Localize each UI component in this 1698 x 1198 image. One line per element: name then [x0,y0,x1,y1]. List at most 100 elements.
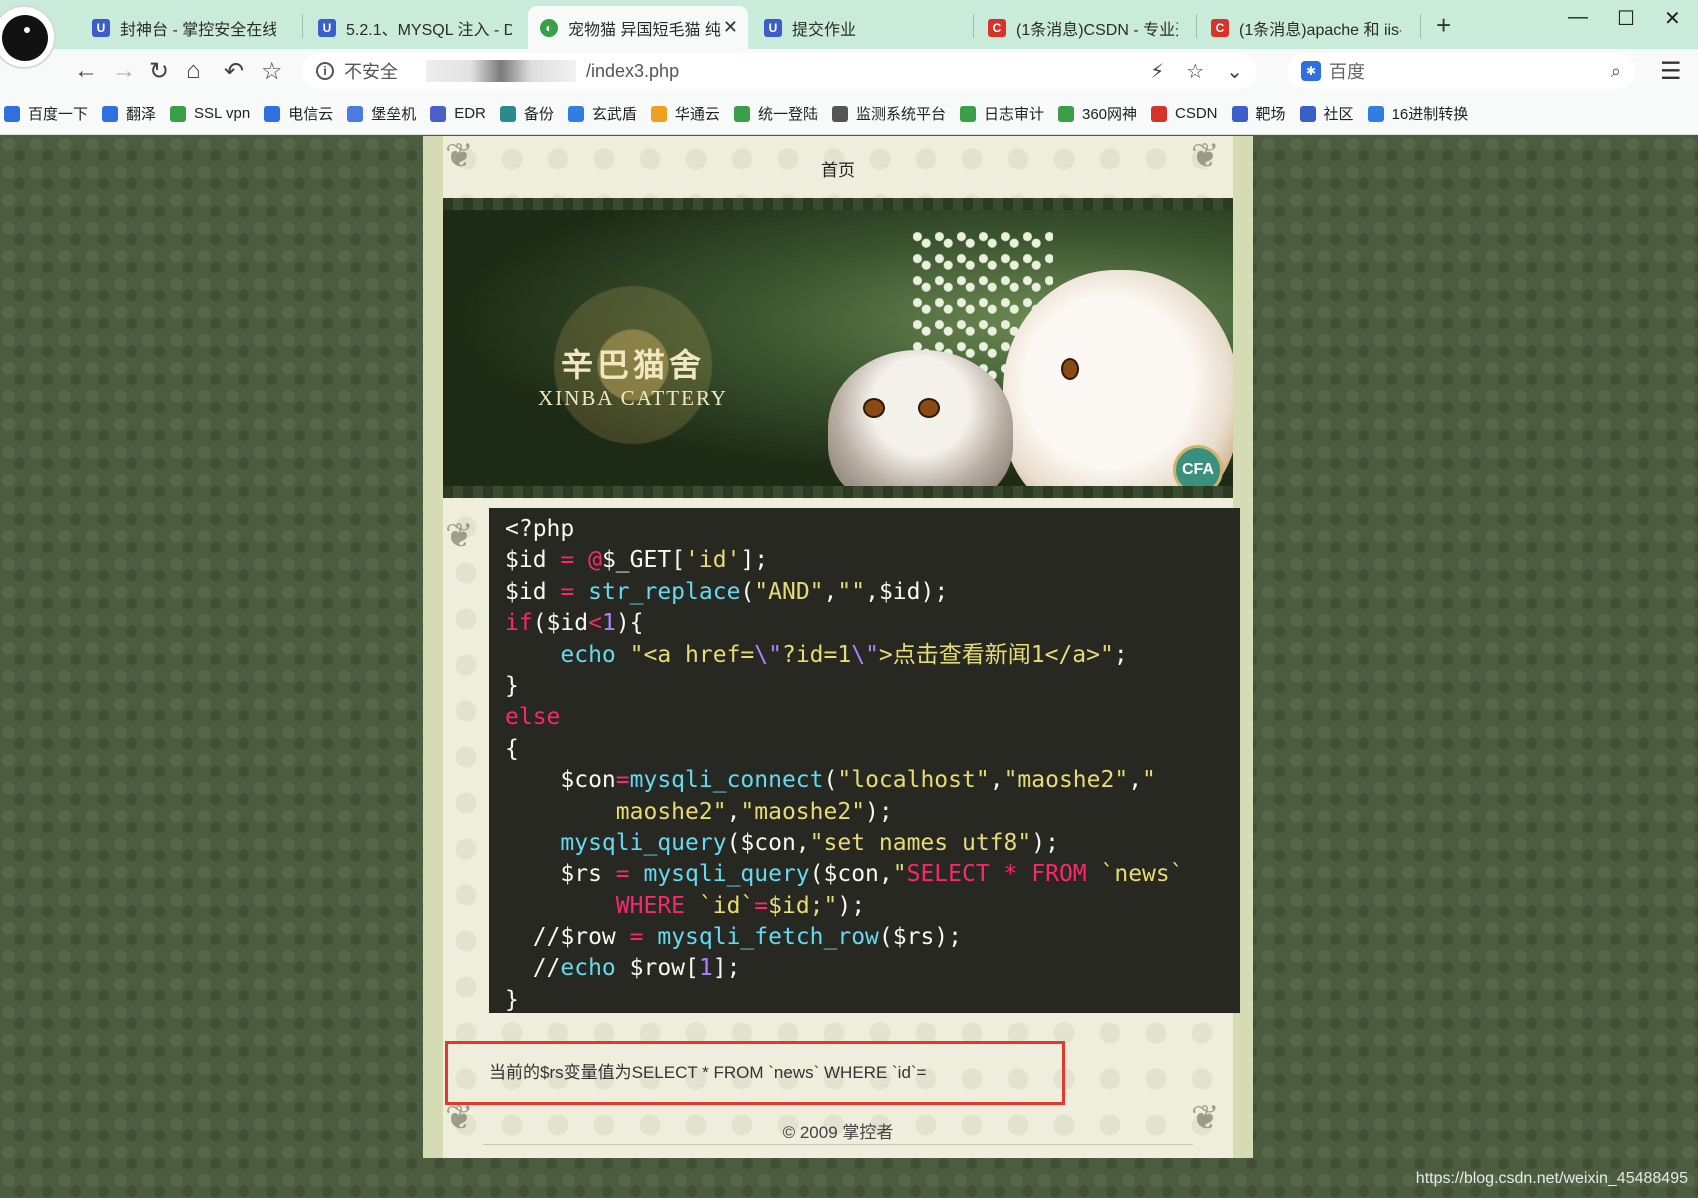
back-icon[interactable]: ← [74,57,98,85]
bookmark-item[interactable]: 华通云 [650,103,720,124]
bookmark-label: 靶场 [1255,106,1286,123]
bookmark-label: 360网神 [1081,106,1138,123]
bookmarks-bar: 百度一下 翻泽 SSL vpn 电信云 堡垒机 EDR 备份 玄武盾 华通云 统一登陆 监测系统平台… [0,93,1698,135]
code-block: <?php $id = @$_GET['id']; $id = str_replac… [489,508,1240,1013]
bookmark-item[interactable]: 统一登陆 [733,103,818,124]
code-line: } [505,986,519,1013]
page-content: ❦ ❦ 首页 辛巴猫舍 XINBA CATTERY CFA ❦ <?php $i… [0,136,1698,1198]
banner-title-en: XINBA CATTERY [538,386,728,410]
csdn-icon: C [988,18,1006,37]
bookmark-label: EDR [454,105,486,122]
bookmark-label: 百度一下 [28,106,89,123]
bookmark-icon [430,105,447,122]
code-line: $id = str_replace("AND","",$id); [505,578,949,605]
banner: 辛巴猫舍 XINBA CATTERY CFA [443,198,1233,498]
url-field[interactable]: i 不安全 /index3.php ⚡ ☆ ⌄ [302,53,1257,89]
tab-csdn[interactable]: C (1条消息)CSDN - 专业开 [976,6,1192,49]
bookmark-item[interactable]: 靶场 [1231,103,1286,124]
bookmark-label: CSDN [1175,105,1218,122]
code-line: echo "<a href=\"?id=1\">点击查看新闻1</a>"; [560,641,1128,668]
bookmark-icon [1151,105,1168,122]
shield-icon: U [764,18,782,37]
bookmark-item[interactable]: 监测系统平台 [831,103,946,124]
bookmark-label: 堡垒机 [371,106,417,123]
tab-mysql-injection[interactable]: U 5.2.1、MYSQL 注入 - Dr [306,6,526,49]
code-line: { [505,735,519,762]
bookmark-item[interactable]: 备份 [499,103,554,124]
search-icon[interactable]: ⌕ [1611,61,1621,82]
bookmark-item[interactable]: 日志审计 [959,103,1044,124]
chevron-down-icon[interactable]: ⌄ [1226,59,1243,84]
bookmark-label: 华通云 [674,106,720,123]
tab-submit-homework[interactable]: U 提交作业 [752,6,967,49]
window-close-icon[interactable]: ✕ [1664,6,1681,31]
menu-icon[interactable]: ☰ [1660,57,1682,86]
bookmark-icon [4,105,20,122]
code-line: if($id<1){ [505,610,644,637]
minimize-icon[interactable]: — [1568,6,1588,29]
security-label[interactable]: 不安全 [344,58,398,84]
search-box[interactable]: ✱ 百度 ⌕ [1287,53,1635,89]
bookmark-item[interactable]: CSDN [1151,105,1218,122]
nav-home-link[interactable]: 首页 [443,156,1233,181]
bookmark-icon [102,105,119,122]
code-line: $id = @$_GET['id']; [505,547,769,574]
bookmark-item[interactable]: 16进制转换 [1367,103,1469,124]
bookmark-icon [499,105,516,122]
highlight-box [445,1041,1065,1105]
baidu-paw-icon: ✱ [1301,61,1321,81]
bookmark-star-icon[interactable]: ☆ [1186,59,1204,84]
info-icon[interactable]: i [316,62,334,80]
bookmark-label: 备份 [523,106,554,123]
site-container: ❦ ❦ 首页 辛巴猫舍 XINBA CATTERY CFA ❦ <?php $i… [423,136,1253,1158]
code-line: WHERE `id`=$id;"); [615,892,866,919]
reload-icon[interactable]: ↻ [149,57,169,86]
tab-cattery-active[interactable]: ◐ 宠物猫 异国短毛猫 纯 ✕ [528,6,748,49]
bookmark-icon [831,105,848,122]
bookmark-icon [1299,105,1316,122]
bookmark-label: 16进制转换 [1391,106,1469,123]
bookmark-item[interactable]: SSL vpn [170,105,250,122]
bookmark-item[interactable]: 翻泽 [102,103,156,124]
watermark: https://blog.csdn.net/weixin_45488495 [1415,1170,1688,1187]
code-line: $con=mysqli_connect("localhost","maoshe2… [505,767,1156,794]
cat-image-small [828,350,1013,498]
star-icon[interactable]: ☆ [261,57,283,86]
close-icon[interactable]: ✕ [723,17,738,38]
bookmark-item[interactable]: 社区 [1299,103,1354,124]
bookmark-label: 电信云 [288,106,334,123]
bookmark-item[interactable]: 360网神 [1057,103,1138,124]
new-tab-button[interactable]: + [1436,10,1451,41]
bookmark-icon [650,105,667,122]
maximize-icon[interactable]: ☐ [1617,6,1635,31]
redacted-host [426,60,576,82]
tab-fengshentai[interactable]: U 封神台 - 掌控安全在线演 [80,6,290,49]
bookmark-item[interactable]: 百度一下 [4,103,88,124]
tab-csdn-apache[interactable]: C (1条消息)apache 和 iis- [1199,6,1415,49]
code-line: maoshe2","maoshe2"); [615,798,893,825]
bookmark-icon [170,105,187,122]
bookmark-label: 监测系统平台 [855,106,946,123]
code-line: else [505,704,561,731]
csdn-icon: C [1211,18,1229,37]
bookmark-icon [264,105,281,122]
bookmark-item[interactable]: 玄武盾 [567,103,637,124]
home-icon[interactable]: ⌂ [186,57,201,85]
code-line: mysqli_query($con,"set names utf8"); [560,829,1059,856]
bookmark-label: 玄武盾 [591,106,637,123]
bookmark-item[interactable]: EDR [430,105,486,122]
code-line: //echo $row[1]; [505,955,741,982]
bookmark-label: 翻泽 [126,106,157,123]
forward-icon[interactable]: → [112,57,136,85]
code-line: //$row = mysqli_fetch_row($rs); [505,924,962,951]
bookmark-item[interactable]: 堡垒机 [347,103,416,124]
footer-copyright: © 2009 掌控者 [782,1123,894,1142]
bookmark-icon [1057,105,1074,122]
lightning-icon[interactable]: ⚡ [1150,59,1164,84]
shield-icon: U [92,18,110,37]
undo-icon[interactable]: ↶ [224,57,244,86]
bookmark-icon [567,105,584,122]
bookmark-item[interactable]: 电信云 [264,103,333,124]
code-line: } [505,672,519,699]
search-input[interactable]: 百度 [1329,58,1365,84]
